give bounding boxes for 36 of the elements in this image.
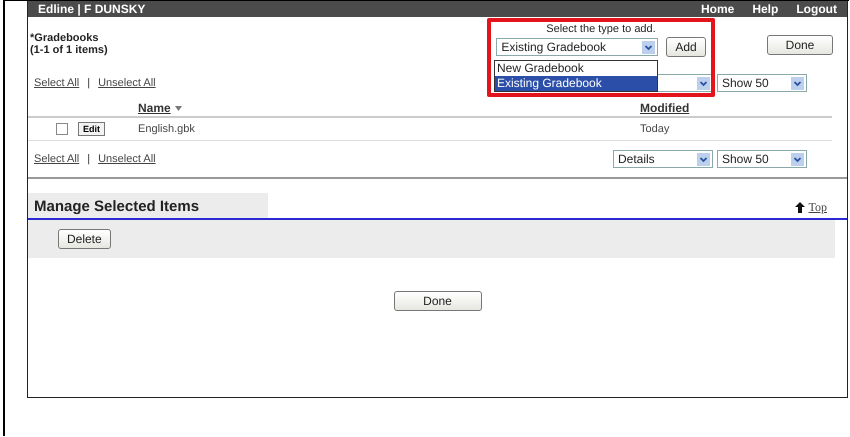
type-select[interactable]: Existing Gradebook: [496, 38, 658, 56]
nav-link[interactable]: Logout: [796, 2, 837, 16]
item-count: (1-1 of 1 items): [30, 44, 109, 56]
add-caption: Select the type to add.: [546, 23, 656, 35]
select-all-link[interactable]: Select All: [34, 77, 80, 89]
chevron-down-icon: [791, 152, 804, 166]
row-checkbox[interactable]: [56, 123, 68, 135]
page-size-select[interactable]: Show 50: [717, 150, 807, 168]
done-button[interactable]: Done: [394, 291, 482, 311]
top-link[interactable]: Top: [808, 200, 827, 215]
up-arrow-icon: [794, 202, 804, 214]
chevron-down-icon: [697, 76, 710, 90]
column-header[interactable]: Modified: [640, 101, 690, 115]
dropdown-option[interactable]: Existing Gradebook: [495, 76, 657, 91]
unselect-all-link[interactable]: Unselect All: [98, 153, 156, 165]
link-separator: |: [87, 77, 90, 89]
column-header[interactable]: Name: [138, 101, 171, 115]
user-name: Edline | F DUNSKY: [38, 2, 146, 16]
nav-link[interactable]: Help: [752, 2, 778, 16]
edit-button[interactable]: Edit: [78, 122, 105, 136]
select-all-link[interactable]: Select All: [34, 153, 80, 165]
modified-date: Today: [640, 123, 670, 135]
delete-button[interactable]: Delete: [58, 229, 111, 249]
page-size-select[interactable]: Show 50: [717, 74, 807, 92]
chevron-down-icon: [642, 40, 656, 54]
view-select[interactable]: Details: [613, 150, 713, 168]
unselect-all-link[interactable]: Unselect All: [98, 77, 156, 89]
done-button[interactable]: Done: [767, 35, 833, 55]
chevron-down-icon: [791, 76, 804, 90]
add-button[interactable]: Add: [666, 37, 706, 57]
link-separator: |: [87, 153, 90, 165]
file-name: English.gbk: [138, 123, 195, 135]
dropdown-option[interactable]: New Gradebook: [495, 61, 657, 76]
chevron-down-icon: [697, 152, 710, 166]
nav-link[interactable]: Home: [700, 2, 734, 16]
section-title: *Gradebooks: [30, 32, 100, 44]
